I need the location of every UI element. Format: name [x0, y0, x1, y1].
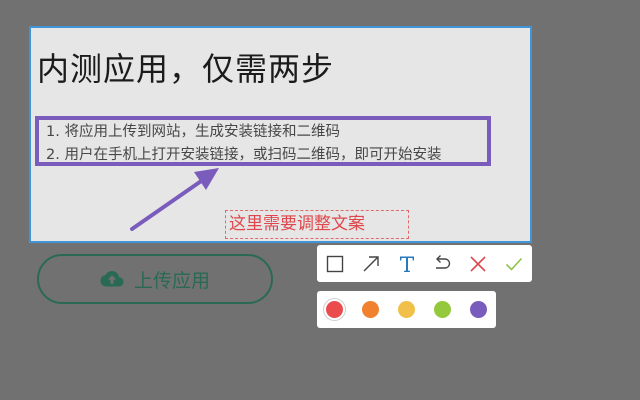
upload-button-label: 上传应用 [133, 269, 210, 292]
rectangle-tool[interactable] [317, 245, 353, 282]
check-icon [505, 257, 523, 271]
text-annotation[interactable]: 这里需要调整文案 [225, 210, 409, 239]
page-title: 内测应用，仅需两步 [37, 50, 335, 88]
step-item: 1. 将应用上传到网站，生成安装链接和二维码 [46, 124, 340, 140]
screenshot-selection[interactable]: 内测应用，仅需两步 1. 将应用上传到网站，生成安装链接和二维码 2. 用户在手… [29, 26, 532, 243]
cancel-tool[interactable] [460, 245, 496, 282]
square-icon [326, 255, 344, 272]
steps-list: 1. 将应用上传到网站，生成安装链接和二维码 2. 用户在手机上打开安装链接，或… [46, 121, 441, 167]
color-swatch-yellow[interactable] [398, 301, 415, 318]
arrow-icon [363, 255, 379, 271]
step-item: 2. 用户在手机上打开安装链接，或扫码二维码，即可开始安装 [46, 147, 442, 163]
text-icon [399, 256, 414, 272]
color-swatch-purple[interactable] [470, 301, 487, 318]
undo-icon [436, 254, 451, 269]
upload-app-button[interactable]: 上传应用 [37, 254, 273, 304]
color-swatch-orange[interactable] [362, 301, 379, 318]
arrow-tool[interactable] [353, 245, 389, 282]
cloud-upload-icon [100, 271, 124, 287]
color-palette [317, 291, 496, 328]
color-swatch-green[interactable] [434, 301, 451, 318]
confirm-tool[interactable] [496, 245, 532, 282]
color-swatch-red[interactable] [326, 301, 343, 318]
close-icon [470, 255, 486, 272]
undo-tool[interactable] [424, 245, 460, 282]
text-tool[interactable] [389, 245, 425, 282]
annotation-toolbar [317, 245, 532, 282]
